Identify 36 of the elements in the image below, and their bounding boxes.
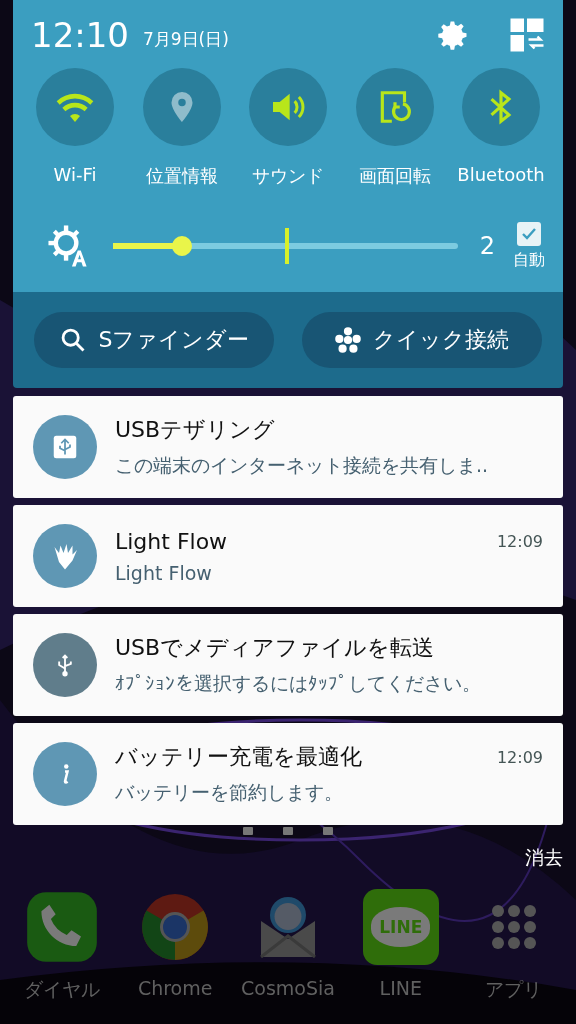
notification-time: 12:09 (496, 747, 543, 767)
auto-label: 自動 (513, 249, 545, 271)
notification-title: Light Flow (115, 528, 229, 554)
clear-button[interactable]: 消去 (525, 841, 563, 875)
notification-time: 12:09 (496, 531, 543, 551)
notification-title: USBテザリング (115, 416, 277, 444)
app-shortcut[interactable]: ダイヤル (7, 889, 118, 1003)
notification-text: ｵﾌﾟｼｮﾝを選択するにはﾀｯﾌﾟしてください。 (115, 671, 482, 696)
notification-card[interactable]: USBテザリング この端末のインターネット接続を共有しま.. (13, 396, 563, 498)
finder-button[interactable]: Sファインダー (34, 312, 274, 368)
brightness-value: 2 (479, 232, 495, 260)
notification-card[interactable]: USBでメディアファイルを転送 ｵﾌﾟｼｮﾝを選択するにはﾀｯﾌﾟしてください。 (13, 614, 563, 716)
auto-checkbox[interactable] (517, 221, 541, 246)
notification-title: バッテリー充電を最適化 (115, 743, 363, 771)
notification-text: バッテリーを節約します。 (115, 780, 344, 805)
network-nodes-icon (335, 327, 361, 353)
quick-toggle[interactable]: サウンド (236, 68, 340, 188)
notification-card[interactable]: バッテリー充電を最適化 12:09 バッテリーを節約します。 (13, 723, 563, 825)
chat-bubble-icon: LINE (362, 889, 439, 965)
notification-text: Light Flow (115, 561, 213, 584)
notification-card[interactable]: Light Flow 12:09 Light Flow (13, 505, 563, 607)
notification-title: USBでメディアファイルを転送 (115, 634, 436, 662)
app-shortcut[interactable]: Chrome (120, 889, 231, 1003)
app-shortcut[interactable]: LINE LINE (345, 889, 456, 1003)
quick-toggle[interactable]: Wi-Fi (23, 68, 127, 188)
quick-toggle[interactable]: 位置情報 (129, 68, 234, 188)
app-shortcut[interactable]: アプリ (458, 889, 569, 1003)
clock-time: 12:10 (31, 15, 129, 55)
quick-toggle[interactable]: Bluetooth (449, 68, 553, 188)
grid-edit-icon[interactable] (509, 17, 545, 53)
app-shortcut[interactable]: CosmoSia (233, 889, 343, 1003)
quick-toggle[interactable]: 画面回転 (342, 68, 447, 188)
quick-connect-button[interactable]: クイック接続 (302, 312, 542, 368)
brightness-slider[interactable] (113, 228, 458, 264)
notification-text: この端末のインターネット接続を共有しま.. (115, 453, 490, 478)
date-text: 7月9日(日) (143, 27, 229, 51)
